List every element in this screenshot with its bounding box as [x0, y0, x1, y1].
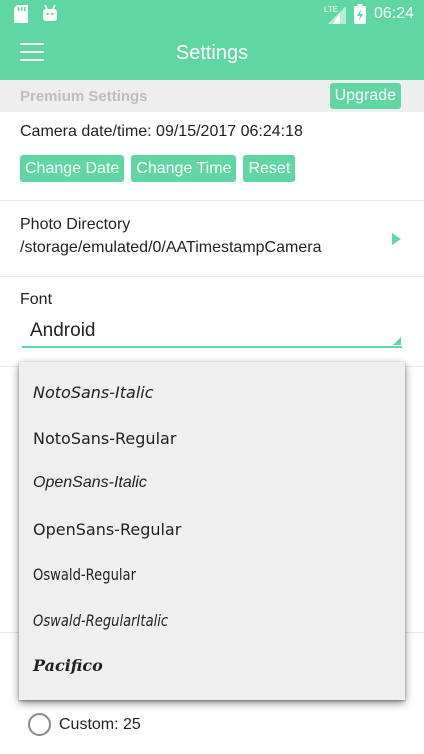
sd-card-icon: [14, 5, 28, 23]
font-option-oswald-regularitalic[interactable]: Oswald-RegularItalic: [33, 611, 198, 631]
status-time: 06:24: [373, 5, 414, 22]
font-option-oswald-regular-text: Oswald-Regular: [33, 565, 136, 584]
divider: [0, 200, 424, 201]
status-bar: LTE 06:24: [0, 0, 424, 28]
premium-settings-label: Premium Settings: [20, 88, 148, 105]
play-icon[interactable]: [392, 233, 401, 245]
network-label: LTE: [324, 5, 338, 14]
signal-icon: LTE: [324, 5, 346, 24]
change-date-button[interactable]: Change Date: [20, 155, 125, 182]
font-dropdown-list: NotoSans-Italic NotoSans-Regular OpenSan…: [19, 362, 405, 700]
reset-button[interactable]: Reset: [243, 155, 296, 182]
font-option-pacifico[interactable]: Pacifico: [33, 656, 103, 675]
font-label: Font: [20, 291, 53, 308]
font-option-notosans-regular[interactable]: NotoSans-Regular: [33, 429, 176, 448]
font-option-opensans-regular[interactable]: OpenSans-Regular: [33, 520, 181, 539]
custom-size-label: Custom: 25: [59, 716, 141, 733]
app-bar: Settings: [0, 28, 424, 80]
dropdown-arrow-icon: [393, 337, 401, 345]
upgrade-button[interactable]: Upgrade: [329, 83, 401, 109]
photo-directory-path[interactable]: /storage/emulated/0/AATimestampCamera: [20, 239, 321, 257]
font-select[interactable]: Android: [22, 316, 402, 348]
font-option-oswald-regularitalic-text: Oswald-RegularItalic: [33, 611, 169, 630]
divider: [0, 276, 424, 277]
battery-charging-icon: [353, 4, 366, 24]
photo-directory-label: Photo Directory: [20, 216, 131, 233]
page-title: Settings: [175, 42, 249, 64]
android-icon: [43, 5, 57, 21]
font-option-opensans-italic[interactable]: OpenSans-Italic: [33, 474, 147, 492]
font-option-notosans-italic[interactable]: NotoSans-Italic: [33, 383, 154, 402]
datetime-button-row: Change Date Change Time Reset: [20, 155, 296, 182]
font-select-value: Android: [30, 320, 96, 341]
camera-datetime-text: Camera date/time: 09/15/2017 06:24:18: [20, 123, 303, 140]
font-option-oswald-regular[interactable]: Oswald-Regular: [33, 565, 159, 585]
change-time-button[interactable]: Change Time: [131, 155, 237, 182]
custom-size-radio[interactable]: [28, 713, 51, 736]
